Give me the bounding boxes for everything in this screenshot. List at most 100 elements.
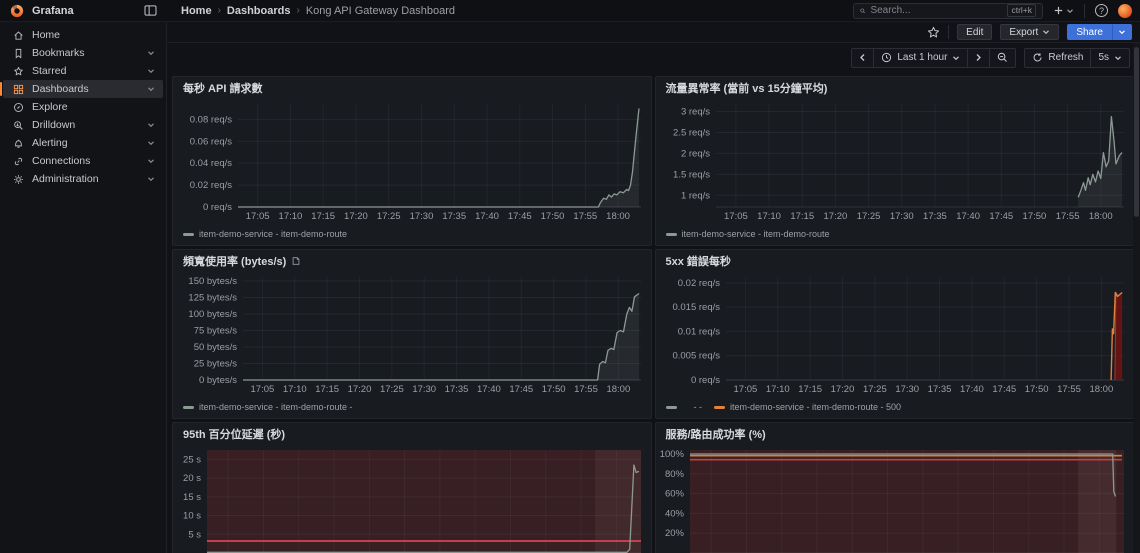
scrollbar-thumb[interactable]: [1134, 47, 1139, 217]
divider: [1084, 4, 1085, 18]
svg-text:17:45: 17:45: [992, 384, 1016, 395]
share-button[interactable]: Share: [1067, 24, 1112, 40]
svg-text:17:55: 17:55: [1055, 211, 1079, 222]
panel-description-icon[interactable]: [291, 256, 301, 266]
panel-grid: 每秒 API 請求數 0 req/s0.02 req/s0.04 req/s0.…: [167, 72, 1140, 553]
dashboard-content: Last 1 hour Refresh 5s 每秒 API 請求數: [167, 43, 1140, 553]
panel-title[interactable]: 每秒 API 請求數: [173, 77, 651, 99]
search-box[interactable]: ctrl+k: [853, 3, 1043, 19]
panel-service-route-success-rate[interactable]: 服務/路由成功率 (%) 20%40%60%80%100%17:0517:101…: [655, 422, 1135, 553]
time-range-picker[interactable]: Last 1 hour: [873, 49, 967, 67]
clock-icon: [881, 52, 892, 63]
sidebar-item-drilldown[interactable]: Drilldown: [3, 116, 163, 134]
svg-text:17:15: 17:15: [315, 384, 339, 395]
chevron-down-icon: [1042, 28, 1050, 36]
timeseries-chart[interactable]: 20%40%60%80%100%17:0517:1017:1517:2017:2…: [660, 445, 1130, 553]
user-avatar[interactable]: [1118, 4, 1132, 18]
breadcrumb-dashboards[interactable]: Dashboards: [227, 5, 291, 17]
time-shift-forward-button[interactable]: [967, 49, 989, 67]
panel-5xx-errors-per-second[interactable]: 5xx 錯誤每秒 0 req/s0.005 req/s0.01 req/s0.0…: [655, 249, 1135, 419]
legend-entry[interactable]: item-demo-service - item-demo-route -: [183, 402, 353, 412]
timeseries-chart[interactable]: 0 bytes/s25 bytes/s50 bytes/s75 bytes/s1…: [177, 272, 647, 396]
drilldown-icon: [12, 120, 24, 131]
panel-bandwidth-usage[interactable]: 頻寬使用率 (bytes/s) 0 bytes/s25 bytes/s50 by…: [172, 249, 652, 419]
breadcrumb-home[interactable]: Home: [181, 5, 212, 17]
refresh-label: Refresh: [1048, 52, 1083, 63]
refresh-interval-picker[interactable]: 5s: [1090, 49, 1129, 67]
panel-title[interactable]: 頻寬使用率 (bytes/s): [173, 250, 651, 272]
svg-text:1 req/s: 1 req/s: [680, 190, 709, 201]
svg-text:17:45: 17:45: [509, 384, 533, 395]
sidebar-toggle-icon[interactable]: [144, 5, 157, 16]
sidebar-item-bookmarks[interactable]: Bookmarks: [3, 44, 163, 62]
export-button[interactable]: Export: [1000, 24, 1059, 40]
help-icon[interactable]: ?: [1095, 4, 1108, 17]
divider: [948, 25, 949, 39]
bookmark-icon: [12, 48, 24, 59]
timeseries-chart[interactable]: 5 s10 s15 s20 s25 s17:0517:1017:1517:201…: [177, 445, 647, 553]
sidebar-item-label: Administration: [32, 173, 99, 185]
timeseries-chart[interactable]: 1 req/s1.5 req/s2 req/s2.5 req/s3 req/s1…: [660, 99, 1130, 223]
time-shift-back-button[interactable]: [852, 49, 873, 67]
sidebar-item-starred[interactable]: Starred: [3, 62, 163, 80]
sidebar-item-home[interactable]: Home: [3, 26, 163, 44]
chevron-left-icon: [859, 53, 866, 62]
svg-text:17:10: 17:10: [279, 211, 303, 222]
share-menu-button[interactable]: [1112, 24, 1132, 40]
panel-api-requests-per-second[interactable]: 每秒 API 請求數 0 req/s0.02 req/s0.04 req/s0.…: [172, 76, 652, 246]
svg-text:17:45: 17:45: [989, 211, 1013, 222]
timeseries-chart[interactable]: 0 req/s0.005 req/s0.01 req/s0.015 req/s0…: [660, 272, 1130, 396]
legend-entry[interactable]: - -: [694, 402, 703, 412]
sidebar-item-administration[interactable]: Administration: [3, 170, 163, 188]
legend-swatch: [666, 233, 677, 236]
timeseries-chart[interactable]: 0 req/s0.02 req/s0.04 req/s0.06 req/s0.0…: [177, 99, 647, 223]
svg-text:25 s: 25 s: [183, 454, 201, 465]
sidebar-item-label: Drilldown: [32, 119, 75, 131]
svg-text:17:25: 17:25: [380, 384, 404, 395]
svg-text:0 req/s: 0 req/s: [690, 375, 719, 386]
svg-text:17:10: 17:10: [283, 384, 307, 395]
svg-text:17:40: 17:40: [956, 211, 980, 222]
chevron-down-icon: [147, 85, 155, 93]
sidebar-item-connections[interactable]: Connections: [3, 152, 163, 170]
scrollbar[interactable]: [1133, 43, 1140, 553]
time-controls: Last 1 hour Refresh 5s: [167, 43, 1140, 72]
svg-text:5 s: 5 s: [188, 529, 201, 540]
panel-title[interactable]: 服務/路由成功率 (%): [656, 423, 1134, 445]
sidebar-item-explore[interactable]: Explore: [3, 98, 163, 116]
zoom-out-button[interactable]: [989, 49, 1015, 67]
svg-text:17:15: 17:15: [798, 384, 822, 395]
chevron-right-icon: ›: [218, 5, 221, 16]
brand-name: Grafana: [32, 5, 74, 17]
favorite-star-icon[interactable]: [927, 26, 940, 39]
panel-traffic-anomaly-rate[interactable]: 流量異常率 (當前 vs 15分鐘平均) 1 req/s1.5 req/s2 r…: [655, 76, 1135, 246]
search-input[interactable]: [870, 5, 1002, 16]
panel-title[interactable]: 流量異常率 (當前 vs 15分鐘平均): [656, 77, 1134, 99]
legend-entry[interactable]: item-demo-service - item-demo-route: [666, 229, 830, 239]
legend-entry[interactable]: item-demo-service - item-demo-route: [183, 229, 347, 239]
gear-icon: [12, 174, 24, 185]
svg-text:17:55: 17:55: [574, 384, 598, 395]
svg-text:17:10: 17:10: [757, 211, 781, 222]
svg-text:17:05: 17:05: [733, 384, 757, 395]
chevron-right-icon: ›: [296, 5, 299, 16]
breadcrumb: Home › Dashboards › Kong API Gateway Das…: [167, 5, 455, 17]
svg-text:17:15: 17:15: [790, 211, 814, 222]
panel-95th-percentile-latency[interactable]: 95th 百分位延遲 (秒) 5 s10 s15 s20 s25 s17:051…: [172, 422, 652, 553]
chevron-down-icon: [147, 139, 155, 147]
legend-entry[interactable]: item-demo-service - item-demo-route - 50…: [714, 402, 901, 412]
svg-text:25 bytes/s: 25 bytes/s: [194, 358, 238, 369]
svg-text:15 s: 15 s: [183, 492, 201, 503]
sidebar-item-alerting[interactable]: Alerting: [3, 134, 163, 152]
sidebar-item-label: Alerting: [32, 137, 68, 149]
sidebar-item-label: Bookmarks: [32, 47, 85, 59]
refresh-button[interactable]: Refresh: [1025, 49, 1090, 67]
add-new-button[interactable]: [1053, 5, 1074, 16]
legend-entry[interactable]: [666, 406, 682, 409]
edit-button[interactable]: Edit: [957, 24, 992, 40]
panel-title[interactable]: 95th 百分位延遲 (秒): [173, 423, 651, 445]
panel-title[interactable]: 5xx 錯誤每秒: [656, 250, 1134, 272]
refresh-interval-label: 5s: [1098, 52, 1109, 63]
sidebar-item-dashboards[interactable]: Dashboards: [3, 80, 163, 98]
chevron-down-icon: [147, 157, 155, 165]
